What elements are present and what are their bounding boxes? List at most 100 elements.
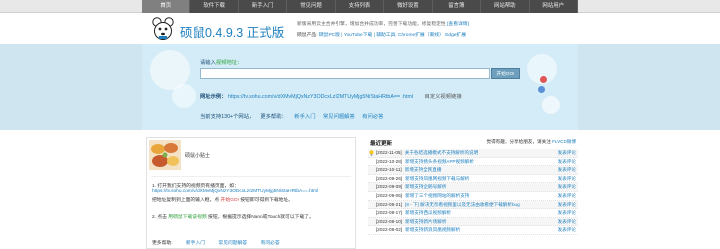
update-row: [2022-08-17] 新增支持西瓜视频解析 发表评论 [368,209,578,218]
tips-footer: 更多帮助: 新手入门 常见问题解答 有问必答 [152,239,292,246]
update-link[interactable]: 新增支持新浪凤凰视频解析 [405,227,460,232]
mouse-logo-icon[interactable] [152,17,174,41]
tips-panel: 硕鼠小贴士 1. 打开我们支持的视频页有播页面，如： https://tv.so… [146,137,356,249]
updates-title: 最近更新 [370,141,393,147]
update-date: [2022-10-28] [376,158,403,164]
nav-item[interactable]: 网站用户 [530,0,578,13]
food-image-icon [149,140,181,170]
update-link[interactable]: [8 - 下] 解决无奈看视频里以及无法由收看便下载解析bug [405,202,520,207]
products-label: 硕鼠产品: [297,33,318,38]
updates-header: 最近更新 觉得有趣，分享给朋友，请关注 FLVCD微博 [368,137,578,147]
products-list[interactable]: 硕鼠PC版 | YouTube下载 | 辅助工具: Chrome扩展（离线） E… [319,33,466,38]
step1-url-link[interactable]: https://tv.sohu.com/v/dXMvMjQxNzY3ODcxLz… [152,189,318,194]
step1-text-c: 按钮即可得到下载地址。 [240,198,294,203]
step2-download-link[interactable]: 用硕鼠下载该视频 [168,215,206,220]
tips-title: 硕鼠小贴士 [185,153,211,159]
update-row: [2022-11-05] 关于各结选播模式不支持解析的说明 发表评论 [368,149,578,158]
example-url-link[interactable]: https://tv.sohu.com/v/dXMvMjQxNzY3ODcxLz… [228,94,413,100]
video-url-input[interactable] [200,68,490,79]
update-row: [2022-08-02] 新增支持新浪凤凰视频解析 发表评论 [368,226,578,235]
comment-link[interactable]: 发表评论 [558,149,576,157]
step1-example-url: https://tv.sohu.com/v/dXMvMjQxNzY3ODcxLz… [152,189,318,194]
update-link[interactable]: 新增支持凤凰网视频下载与解析 [405,176,469,181]
update-date: [2022-09-26] [376,175,403,181]
update-date: [2022-09-09] [376,184,403,190]
support-count: 当前支持130+个网站， [200,114,255,120]
nav-item[interactable]: 新手入门 [239,0,288,13]
comment-link[interactable]: 发表评论 [558,158,576,166]
url-input-label: 请输入视频地址： [200,58,242,66]
update-row: [2022-08-10] 新增支持新片场解析 发表评论 [368,217,578,227]
support-info: 当前支持130+个网站， 更多帮助： 新手入门 常见问题解答 有问必答 [200,112,389,120]
product-links: 硕鼠产品: 硕鼠PC版 | YouTube下载 | 辅助工具: Chrome扩展… [297,31,466,38]
updates-list: [2022-11-05] 关于各结选播模式不支持解析的说明 发表评论 [2022-10… [368,149,578,235]
step2-text-c: 按钮，根据提示选择Nano或Touch就可以下载了。 [208,215,314,220]
update-link[interactable]: 关于各结选播模式不支持解析的说明 [405,150,479,155]
update-date: [2022-08-10] [376,218,403,224]
decor-red-dot [540,76,547,83]
update-date: [2022-08-21] [376,201,403,207]
update-date: [2022-09-06] [376,192,403,198]
footer-link-faq[interactable]: 常见问题解答 [218,241,247,246]
example-label: 网址示例： [200,94,227,100]
update-row: [2022-10-11] 新增支持全民直播 发表评论 [368,166,578,175]
help-link-beginner[interactable]: 新手入门 [294,114,315,120]
site-header: 硕鼠0.4.9.3 正式版 新版采用云主合并引擎，增加合并成功率，完善下载功能，… [142,14,578,44]
nav-item[interactable]: 网站帮助 [481,0,530,13]
go-button[interactable]: 开始GO! [491,68,520,79]
url-label-text: 请输入 [200,60,216,66]
update-row: [2022-09-26] 新增支持凤凰网视频下载与解析 发表评论 [368,175,578,184]
nav-item[interactable]: 常见问题 [287,0,336,13]
url-label-hint: 视频地址： [215,60,243,66]
update-link[interactable]: 新增支持新片场解析 [405,219,446,224]
update-link[interactable]: 新增支持扬头条视频APP视频解析 [405,159,474,164]
update-row: [2022-10-28] 新增支持扬头条视频APP视频解析 发表评论 [368,158,578,167]
nav-item[interactable]: 首页 [142,0,191,13]
update-link[interactable]: 新增了三个视频网站的解析支持 [405,193,469,198]
share-text: 觉得有趣，分享给朋友，请关注 [486,139,551,144]
step1-line1: 1. 打开我们支持的视频页有播页面，如： [152,184,239,189]
decor-blue-dot [538,86,545,93]
comment-link[interactable]: 发表评论 [558,166,576,174]
release-note: 新版采用云主合并引擎，增加合并成功率，完善下载功能，修复稳定性 [查看详情] [297,20,469,27]
update-link[interactable]: 新增支持全民直播 [405,167,442,172]
share-note: 觉得有趣，分享给朋友，请关注 FLVCD微博 [486,139,576,145]
comment-link[interactable]: 发表评论 [558,201,576,209]
divider [151,176,351,177]
step2: 2. 点击 用硕鼠下载该视频 按钮，根据提示选择Nano或Touch就可以下载了… [152,213,314,220]
nav-item[interactable]: 留言簿 [433,0,482,13]
nav-item[interactable]: 软件下载 [190,0,239,13]
update-link[interactable]: 新增支持企鹅号解析 [405,184,446,189]
comment-link[interactable]: 发表评论 [558,183,576,191]
bulb-icon [369,150,374,156]
comment-link[interactable]: 发表评论 [558,192,576,200]
updates-panel: 最近更新 觉得有趣，分享给朋友，请关注 FLVCD微博 [2022-11-05]… [368,137,578,249]
step2-text-a: 2. 点击 [152,215,167,220]
update-date: [2022-10-11] [376,167,402,173]
help-link-faq[interactable]: 常见问题解答 [323,114,355,120]
support-more-label: 更多帮助： [260,114,287,120]
update-date: [2022-08-17] [376,210,403,216]
nav-item[interactable]: 支持列表 [336,0,385,13]
update-date: [2022-08-02] [376,227,403,233]
footer-link-qa[interactable]: 有问必答 [261,241,280,246]
update-row: [2022-09-09] 新增支持企鹅号解析 发表评论 [368,183,578,192]
footer-link-beginner[interactable]: 新手入门 [186,241,205,246]
update-date: [2022-11-05] [376,150,402,155]
step1-line3: 把地址复制到上面的输入框，点 开始GO! 按钮即可得到下载地址。 [152,196,293,203]
release-note-text: 新版采用云主合并引擎，增加合并成功率，完善下载功能，修复稳定性 [297,22,446,27]
weibo-link[interactable]: FLVCD微博 [552,139,576,144]
nav-bar: 首页 软件下载 新手入门 常见问题 支持列表 微好设置 留言簿 网站帮助 网站用户 [142,0,578,13]
step1-go-highlight: 开始GO! [220,198,239,203]
custom-link[interactable]: 目定义视频链接 [425,94,462,100]
footer-label: 更多帮助: [152,241,173,246]
comment-link[interactable]: 发表评论 [558,218,576,226]
help-link-qa[interactable]: 有问必答 [362,114,383,120]
update-link[interactable]: 新增支持西瓜视频解析 [405,210,451,215]
update-row: [2022-08-21] [8 - 下] 解决无奈看视频里以及无法由收看便下载解析… [368,200,578,210]
comment-link[interactable]: 发表评论 [558,209,576,217]
comment-link[interactable]: 发表评论 [558,226,576,234]
release-details-link[interactable]: [查看详情] [447,22,469,27]
comment-link[interactable]: 发表评论 [558,175,576,183]
nav-item[interactable]: 微好设置 [384,0,433,13]
